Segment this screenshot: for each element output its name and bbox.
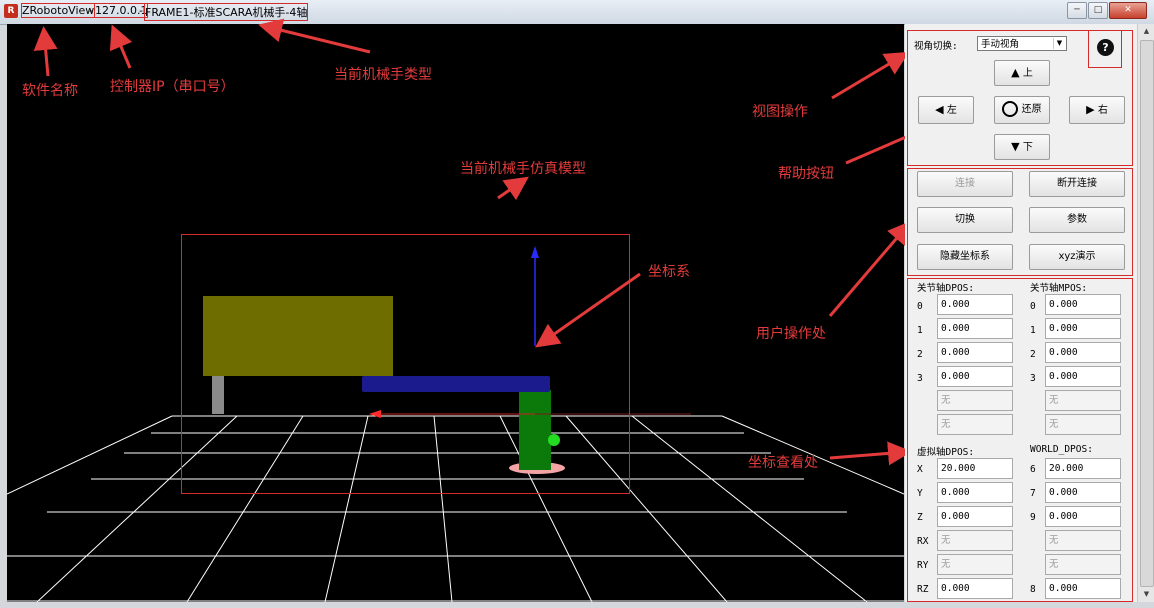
- joint-dpos-field[interactable]: 0.000: [937, 294, 1013, 315]
- vd-idx: Z: [917, 512, 923, 523]
- jm-idx: 0: [1030, 301, 1036, 312]
- scroll-up-arrow-icon[interactable]: ▲: [1139, 24, 1154, 39]
- scroll-down-arrow-icon[interactable]: ▼: [1139, 587, 1154, 602]
- view-left-button[interactable]: ◀ 左: [918, 96, 974, 124]
- minimize-button[interactable]: ─: [1067, 2, 1087, 19]
- params-button[interactable]: 参数: [1029, 207, 1125, 233]
- virtual-dpos-field[interactable]: 0.000: [937, 482, 1013, 503]
- vd-idx: X: [917, 464, 923, 475]
- reset-circle-icon: [1002, 101, 1019, 117]
- view-down-button[interactable]: ▼ 下: [994, 134, 1050, 160]
- view-up-label: 上: [1022, 68, 1033, 79]
- wd-idx: 9: [1030, 512, 1036, 523]
- world-dpos-field[interactable]: 20.000: [1045, 458, 1121, 479]
- up-arrow-icon: ▲: [1011, 66, 1020, 79]
- view-right-button[interactable]: ▶ 右: [1069, 96, 1125, 124]
- app-name: ZRobotoView: [20, 3, 96, 18]
- sim-model-box: [181, 234, 630, 494]
- joint-mpos-label: 关节轴MPOS:: [1030, 283, 1088, 294]
- view-switch-label: 视角切换:: [914, 41, 958, 52]
- jm-idx: 1: [1030, 325, 1036, 336]
- world-dpos-field[interactable]: 0.000: [1045, 482, 1121, 503]
- wd-idx: 7: [1030, 488, 1036, 499]
- jd-idx: 0: [917, 301, 923, 312]
- joint-dpos-field[interactable]: 0.000: [937, 342, 1013, 363]
- view-up-button[interactable]: ▲ 上: [994, 60, 1050, 86]
- annot-user-ops: 用户操作处: [756, 326, 826, 342]
- world-dpos-field: 无: [1045, 530, 1121, 551]
- right-arrow-icon: ▶: [1086, 103, 1095, 116]
- wd-idx: 8: [1030, 584, 1036, 595]
- hide-coords-button[interactable]: 隐藏坐标系: [917, 244, 1013, 270]
- disconnect-button[interactable]: 断开连接: [1029, 171, 1125, 197]
- jm-idx: 3: [1030, 373, 1036, 384]
- virtual-dpos-field: 无: [937, 530, 1013, 551]
- annot-robot-type: 当前机械手类型: [334, 67, 432, 83]
- help-icon[interactable]: ?: [1097, 39, 1114, 56]
- jm-idx: 2: [1030, 349, 1036, 360]
- joint-dpos-label: 关节轴DPOS:: [917, 283, 975, 294]
- joint-dpos-field[interactable]: 0.000: [937, 318, 1013, 339]
- vd-idx: Y: [917, 488, 923, 499]
- view-left-label: 左: [946, 105, 957, 116]
- world-dpos-field: 无: [1045, 554, 1121, 575]
- switch-button[interactable]: 切换: [917, 207, 1013, 233]
- view-reset-button[interactable]: 还原: [994, 96, 1050, 124]
- robot-type: FRAME1-标准SCARA机械手-4轴: [143, 3, 309, 21]
- close-button[interactable]: ✕: [1109, 2, 1147, 19]
- xyz-demo-button[interactable]: xyz演示: [1029, 244, 1125, 270]
- wd-idx: 6: [1030, 464, 1036, 475]
- joint-dpos-field[interactable]: 0.000: [937, 366, 1013, 387]
- joint-mpos-field: 无: [1045, 414, 1121, 435]
- app-icon: R: [4, 4, 18, 18]
- down-arrow-icon: ▼: [1011, 140, 1020, 153]
- world-dpos-field[interactable]: 0.000: [1045, 578, 1121, 599]
- joint-mpos-field[interactable]: 0.000: [1045, 366, 1121, 387]
- view-select[interactable]: 手动视角 ▼: [977, 36, 1067, 51]
- virtual-dpos-field[interactable]: 20.000: [937, 458, 1013, 479]
- world-dpos-field[interactable]: 0.000: [1045, 506, 1121, 527]
- virtual-dpos-field[interactable]: 0.000: [937, 578, 1013, 599]
- connect-button[interactable]: 连接: [917, 171, 1013, 197]
- world-dpos-label: WORLD_DPOS:: [1030, 444, 1093, 455]
- scroll-thumb[interactable]: [1140, 40, 1154, 587]
- vd-idx: RY: [917, 560, 929, 571]
- jd-idx: 3: [917, 373, 923, 384]
- annot-help-button: 帮助按钮: [778, 166, 834, 182]
- view-reset-label: 还原: [1021, 104, 1042, 115]
- title-bar: R ZRobotoView - 127.0.0.1 - FRAME1-标准SCA…: [0, 0, 1154, 25]
- maximize-button[interactable]: □: [1088, 2, 1108, 19]
- joint-dpos-field: 无: [937, 414, 1013, 435]
- annot-software-name: 软件名称: [22, 83, 78, 99]
- joint-dpos-field: 无: [937, 390, 1013, 411]
- chevron-down-icon: ▼: [1053, 38, 1065, 49]
- virtual-dpos-field: 无: [937, 554, 1013, 575]
- control-panel: 视角切换: 手动视角 ▼ ? ▲ 上 ◀ 左 还原 ▶ 右 ▼ 下 连接 断开连…: [905, 24, 1137, 602]
- annot-view-ops: 视图操作: [752, 104, 808, 120]
- view-down-label: 下: [1022, 142, 1033, 153]
- annot-sim-model: 当前机械手仿真模型: [460, 161, 586, 177]
- jd-idx: 2: [917, 349, 923, 360]
- annot-coord-view: 坐标查看处: [748, 455, 818, 471]
- annot-coord-system: 坐标系: [648, 264, 690, 280]
- view-right-label: 右: [1097, 105, 1108, 116]
- vertical-scrollbar[interactable]: ▲ ▼: [1137, 24, 1154, 602]
- vd-idx: RZ: [917, 584, 929, 595]
- annot-controller-ip: 控制器IP（串口号）: [110, 79, 235, 95]
- left-arrow-icon: ◀: [935, 103, 944, 116]
- jd-idx: 1: [917, 325, 923, 336]
- virtual-dpos-field[interactable]: 0.000: [937, 506, 1013, 527]
- joint-mpos-field: 无: [1045, 390, 1121, 411]
- virtual-dpos-label: 虚拟轴DPOS:: [917, 447, 975, 458]
- vd-idx: RX: [917, 536, 929, 547]
- view-select-value: 手动视角: [981, 39, 1020, 50]
- joint-mpos-field[interactable]: 0.000: [1045, 318, 1121, 339]
- joint-mpos-field[interactable]: 0.000: [1045, 294, 1121, 315]
- joint-mpos-field[interactable]: 0.000: [1045, 342, 1121, 363]
